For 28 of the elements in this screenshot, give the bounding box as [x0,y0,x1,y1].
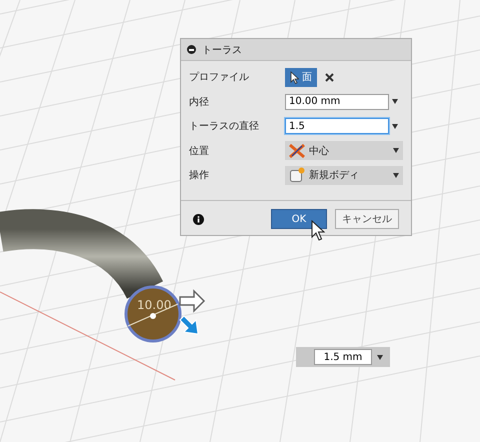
arrow-handle-icon[interactable] [179,289,206,313]
collapse-icon[interactable] [187,45,196,54]
caret-icon [393,148,399,154]
info-icon[interactable] [193,214,204,224]
value-input-field[interactable]: 1.5 mm [314,349,372,365]
field-label: プロファイル [189,70,250,84]
selection-button[interactable]: 面 [285,68,317,87]
mouse-cursor-icon [311,220,325,242]
dialog-title: トーラス [202,44,242,56]
pointer-icon [290,70,299,84]
center-icon [289,142,305,159]
caret-icon [393,172,399,178]
caret-icon[interactable] [392,99,398,104]
input-field[interactable]: 10.00 mm [285,94,389,110]
caret-icon[interactable] [392,124,398,129]
dialog-button[interactable]: OK [271,209,327,229]
field-label: トーラスの直径 [189,120,260,134]
field-label: 内径 [189,96,210,109]
new-body-icon [289,167,305,184]
close-icon[interactable] [325,72,334,82]
dimension-label: 10.00 [137,298,172,312]
field-label: 操作 [189,169,210,182]
dialog-button[interactable]: キャンセル [335,209,399,229]
dropdown[interactable]: 中心 [285,141,403,160]
dropdown[interactable]: 新規ボディ [285,166,403,185]
input-field[interactable]: 1.5 [285,118,389,134]
field-label: 位置 [189,144,210,158]
caret-icon[interactable] [377,354,383,360]
